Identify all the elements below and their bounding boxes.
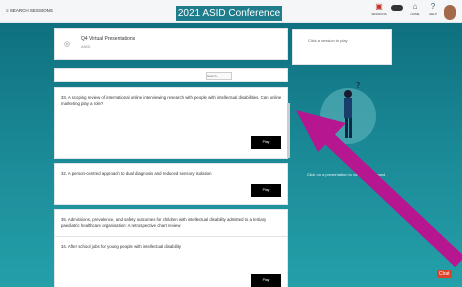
chat-button[interactable]: Chat (437, 270, 452, 278)
annotation-arrow (296, 110, 462, 268)
